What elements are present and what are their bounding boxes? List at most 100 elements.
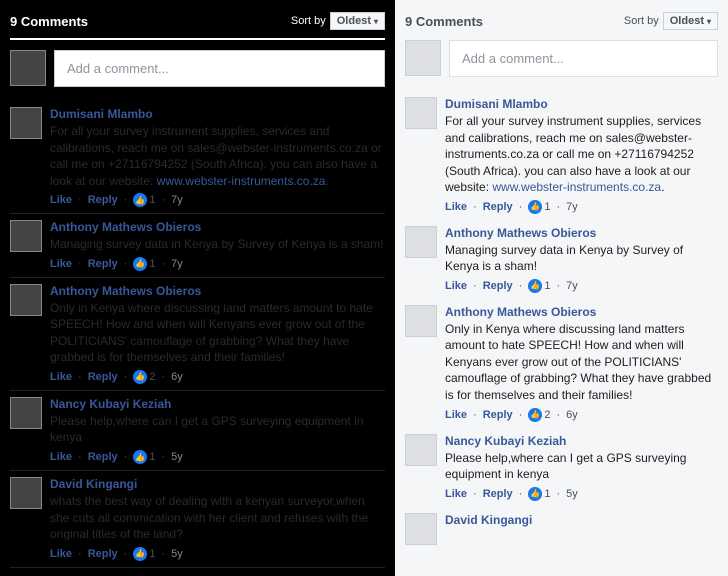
commenter-avatar[interactable]	[10, 397, 42, 429]
commenter-avatar[interactable]	[405, 226, 437, 258]
comment-actions: Like·Reply·👍1·5y	[50, 450, 385, 464]
like-button[interactable]: Like	[50, 258, 72, 270]
like-count[interactable]: 👍2	[133, 370, 155, 384]
like-button[interactable]: Like	[445, 409, 467, 421]
sort-label: Sort by	[624, 15, 659, 27]
comment-time[interactable]: 7y	[171, 194, 183, 206]
reply-button[interactable]: Reply	[88, 548, 118, 560]
like-button[interactable]: Like	[50, 548, 72, 560]
reply-button[interactable]: Reply	[483, 409, 513, 421]
comment-row: Anthony Mathews Obieros Managing survey d…	[10, 214, 385, 278]
commenter-avatar[interactable]	[10, 477, 42, 509]
like-button[interactable]: Like	[50, 451, 72, 463]
like-count[interactable]: 👍1	[133, 450, 155, 464]
comment-time[interactable]: 5y	[171, 548, 183, 560]
chevron-down-icon: ▾	[374, 17, 378, 26]
sort-dropdown[interactable]: Oldest▾	[330, 12, 385, 30]
comment-text: Only in Kenya where discussing land matt…	[445, 321, 718, 404]
comment-row: Dumisani Mlambo For all your survey instr…	[405, 91, 718, 220]
comment-row: Dumisani MlamboFor all your survey instr…	[10, 101, 385, 214]
comment-link[interactable]: www.webster-instruments.co.za	[492, 180, 661, 194]
like-count[interactable]: 👍1	[528, 487, 550, 501]
thumbs-up-icon: 👍	[133, 257, 147, 271]
commenter-name[interactable]: Nancy Kubayi Keziah	[445, 434, 718, 448]
user-avatar[interactable]	[405, 40, 441, 76]
comment-row: Anthony Mathews Obieros Only in Kenya whe…	[405, 299, 718, 428]
commenter-name[interactable]: Anthony Mathews Obieros	[50, 220, 385, 234]
like-button[interactable]: Like	[445, 280, 467, 292]
thumbs-up-icon: 👍	[133, 547, 147, 561]
comments-header: 9 CommentsSort byOldest▾	[10, 8, 385, 40]
comments-header: 9 CommentsSort byOldest▾	[405, 8, 718, 40]
comment-input[interactable]: Add a comment...	[54, 50, 385, 87]
comment-time[interactable]: 6y	[171, 371, 183, 383]
comment-row: David Kingangi whats the best way of deal…	[10, 471, 385, 568]
reply-button[interactable]: Reply	[88, 451, 118, 463]
comment-time[interactable]: 7y	[171, 258, 183, 270]
like-count[interactable]: 👍1	[133, 257, 155, 271]
comment-time[interactable]: 7y	[566, 280, 578, 292]
comment-text: Managing survey data in Kenya by Survey …	[50, 236, 385, 253]
like-count[interactable]: 👍2	[528, 408, 550, 422]
commenter-name[interactable]: Dumisani Mlambo	[50, 107, 385, 121]
reply-button[interactable]: Reply	[483, 280, 513, 292]
comment-row: Nancy Kubayi Keziah Please help,where can…	[405, 428, 718, 507]
user-avatar[interactable]	[10, 50, 46, 86]
comment-row: David Kingangi	[405, 507, 718, 551]
comment-actions: Like·Reply·👍1·7y	[50, 257, 385, 271]
comment-row: Anthony Mathews ObierosManaging survey d…	[405, 220, 718, 299]
commenter-avatar[interactable]	[405, 434, 437, 466]
reply-button[interactable]: Reply	[88, 371, 118, 383]
thumbs-up-icon: 👍	[528, 200, 542, 214]
commenter-avatar[interactable]	[405, 305, 437, 337]
commenter-name[interactable]: Anthony Mathews Obieros	[50, 284, 385, 298]
commenter-name[interactable]: Anthony Mathews Obieros	[445, 305, 718, 319]
comment-actions: Like·Reply·👍1·7y	[50, 193, 385, 207]
comments-count: 9 Comments	[10, 14, 88, 29]
comment-link[interactable]: www.webster-instruments.co.za	[157, 174, 326, 188]
reply-button[interactable]: Reply	[483, 488, 513, 500]
commenter-avatar[interactable]	[10, 284, 42, 316]
commenter-avatar[interactable]	[10, 107, 42, 139]
chevron-down-icon: ▾	[707, 17, 711, 26]
comment-actions: Like·Reply·👍1·5y	[50, 547, 385, 561]
like-count[interactable]: 👍1	[133, 547, 155, 561]
comment-time[interactable]: 5y	[566, 488, 578, 500]
commenter-name[interactable]: David Kingangi	[445, 513, 718, 527]
comment-actions: Like·Reply·👍2·6y	[445, 408, 718, 422]
comment-input[interactable]: Add a comment...	[449, 40, 718, 77]
like-button[interactable]: Like	[445, 201, 467, 213]
comment-time[interactable]: 7y	[566, 201, 578, 213]
thumbs-up-icon: 👍	[528, 487, 542, 501]
sort-dropdown[interactable]: Oldest▾	[663, 12, 718, 30]
like-button[interactable]: Like	[445, 488, 467, 500]
comment-composer: Add a comment...	[405, 40, 718, 77]
like-count[interactable]: 👍1	[528, 200, 550, 214]
commenter-name[interactable]: Dumisani Mlambo	[445, 97, 718, 111]
commenter-avatar[interactable]	[10, 220, 42, 252]
reply-button[interactable]: Reply	[88, 194, 118, 206]
comment-composer: Add a comment...	[10, 50, 385, 87]
comment-row: Nancy Kubayi KeziahPlease help,where can…	[10, 391, 385, 471]
comment-actions: Like·Reply·👍2·6y	[50, 370, 385, 384]
reply-button[interactable]: Reply	[88, 258, 118, 270]
comment-text: Please help,where can I get a GPS survey…	[445, 450, 718, 483]
commenter-avatar[interactable]	[405, 97, 437, 129]
commenter-avatar[interactable]	[405, 513, 437, 545]
like-button[interactable]: Like	[50, 194, 72, 206]
like-button[interactable]: Like	[50, 371, 72, 383]
comment-time[interactable]: 6y	[566, 409, 578, 421]
comment-actions: Like·Reply·👍1·7y	[445, 200, 718, 214]
comment-time[interactable]: 5y	[171, 451, 183, 463]
like-count[interactable]: 👍1	[133, 193, 155, 207]
reply-button[interactable]: Reply	[483, 201, 513, 213]
comment-text: For all your survey instrument supplies,…	[445, 113, 718, 196]
commenter-name[interactable]: Nancy Kubayi Keziah	[50, 397, 385, 411]
like-count[interactable]: 👍1	[528, 279, 550, 293]
commenter-name[interactable]: Anthony Mathews Obieros	[445, 226, 718, 240]
comment-actions: Like·Reply·👍1·7y	[445, 279, 718, 293]
thumbs-up-icon: 👍	[133, 450, 147, 464]
commenter-name[interactable]: David Kingangi	[50, 477, 385, 491]
comment-text: whats the best way of dealing with a ken…	[50, 493, 385, 543]
comment-text: Only in Kenya where discussing land matt…	[50, 300, 385, 366]
